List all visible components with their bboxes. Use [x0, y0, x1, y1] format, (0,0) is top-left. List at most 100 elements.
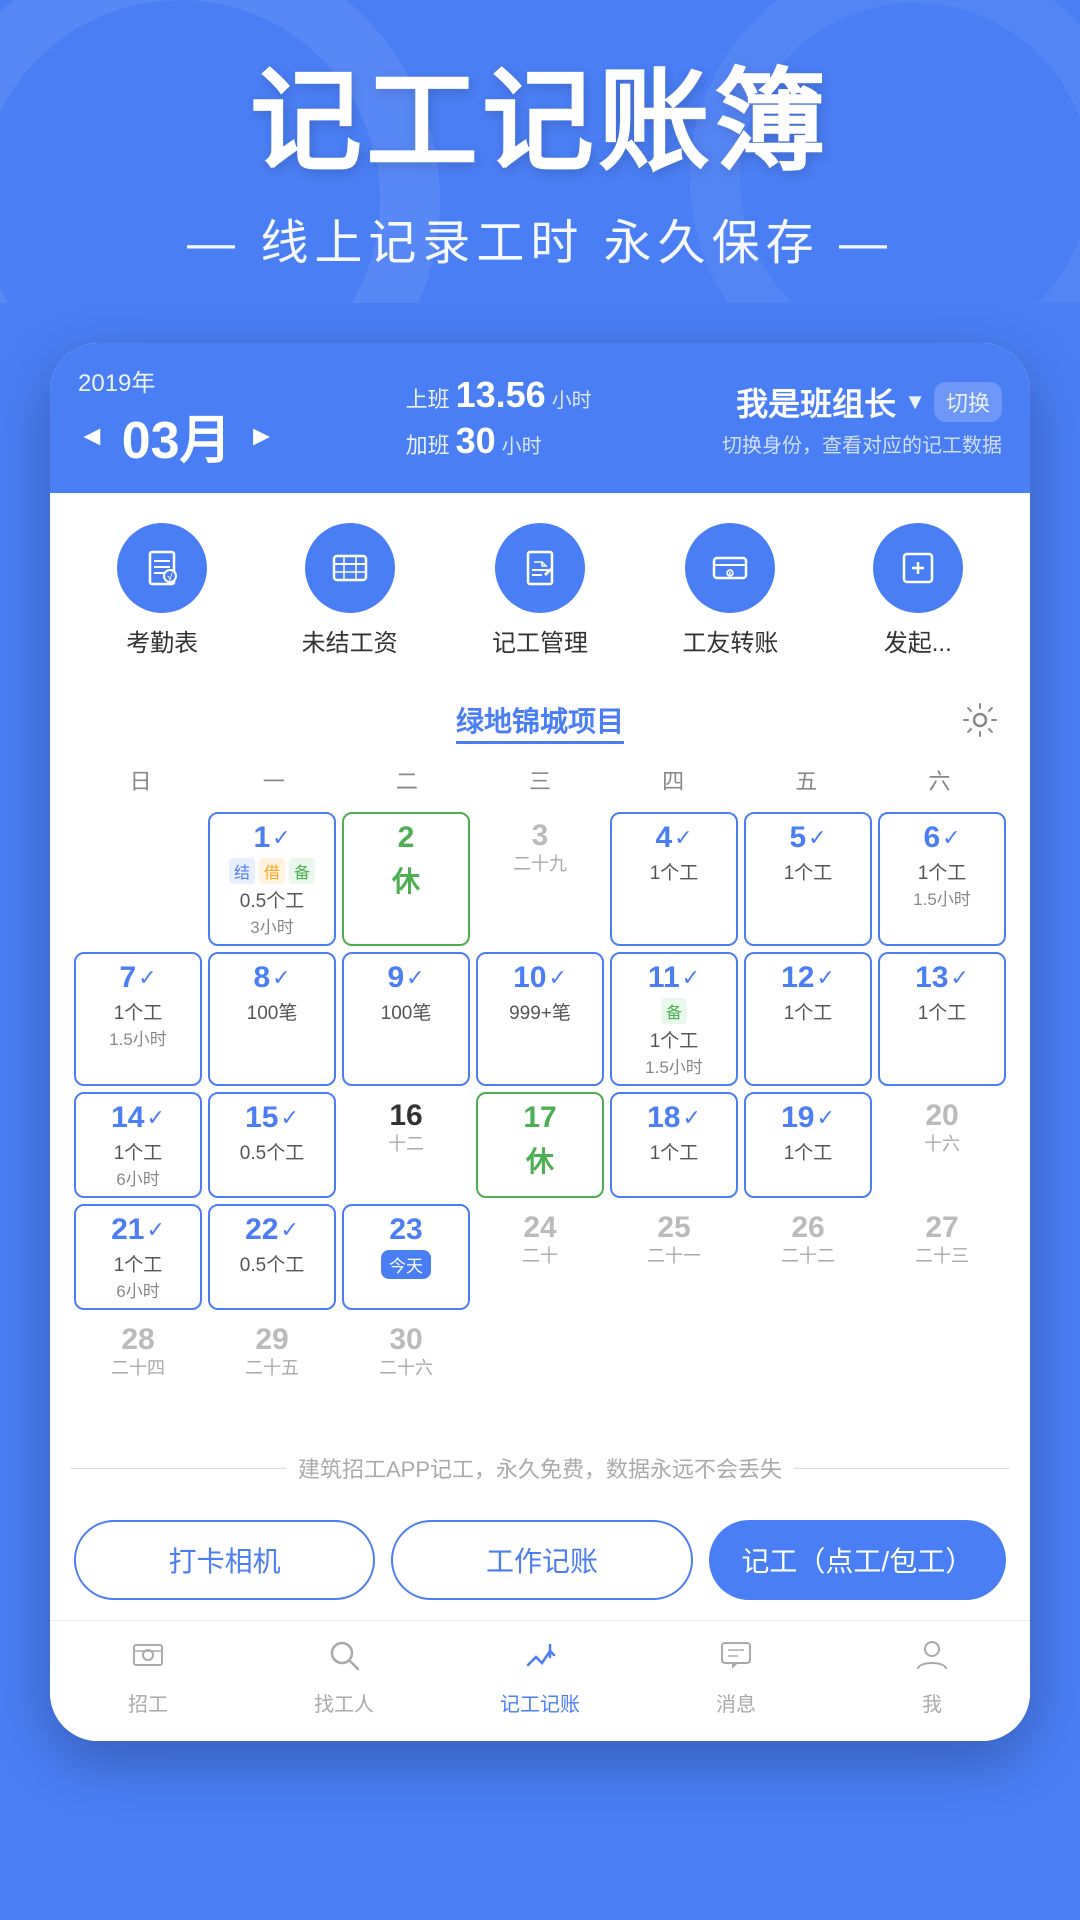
phone-mockup: 2019年 ◄ 03月 ► 上班 13.56 小时 加班 30 小时 我是班组长… — [50, 343, 1030, 1741]
table-row — [74, 812, 202, 946]
table-row: 24 二十 — [476, 1204, 604, 1310]
nav-xiaoxi-label: 消息 — [716, 1688, 756, 1717]
table-row: 20 十六 — [878, 1092, 1006, 1198]
nav-zhaogong[interactable]: 招工 — [50, 1637, 246, 1717]
nav-jigong[interactable]: 记工记账 — [442, 1637, 638, 1717]
role-section[interactable]: 我是班组长 ▼ 切换 切换身份，查看对应的记工数据 — [722, 379, 1002, 458]
svg-text:¥: ¥ — [728, 571, 732, 578]
footer-line-right — [794, 1468, 1010, 1469]
table-row[interactable]: 5 ✓ 1个工 — [744, 812, 872, 946]
weijie-label: 未结工资 — [302, 623, 398, 658]
weekday-fri: 五 — [740, 756, 873, 804]
table-row[interactable]: 4 ✓ 1个工 — [610, 812, 738, 946]
work-label: 上班 — [406, 382, 450, 414]
xiaoxi-icon — [718, 1637, 754, 1682]
table-row[interactable]: 10 ✓ 999+笔 — [476, 952, 604, 1086]
jigong-label: 记工管理 — [492, 623, 588, 658]
prev-month-button[interactable]: ◄ — [78, 420, 106, 452]
faqi-label: 发起... — [884, 623, 952, 658]
table-row[interactable]: 1 ✓ 结 借 备 0.5个工 3小时 — [208, 812, 336, 946]
work-hours-value: 13.56 — [456, 374, 546, 416]
table-row: 3 二十九 — [476, 812, 604, 946]
table-row: 25 二十一 — [610, 1204, 738, 1310]
faqi-icon — [873, 523, 963, 613]
table-row[interactable]: 8 ✓ 100笔 — [208, 952, 336, 1086]
action-kaocheng[interactable]: √ 考勤表 — [117, 523, 207, 658]
bottom-action-buttons: 打卡相机 工作记账 记工（点工/包工） — [50, 1504, 1030, 1620]
action-zhuanzhang[interactable]: ¥ 工友转账 — [682, 523, 778, 658]
calendar-grid: 1 ✓ 结 借 备 0.5个工 3小时 2 休 — [74, 812, 1006, 1416]
footer-message: 建筑招工APP记工，永久免费，数据永远不会丢失 — [298, 1452, 782, 1484]
action-faqi[interactable]: 发起... — [873, 523, 963, 658]
weekday-tue: 二 — [340, 756, 473, 804]
table-row: 28 二十四 — [74, 1316, 202, 1416]
work-unit: 小时 — [552, 384, 592, 413]
jigong-button[interactable]: 记工（点工/包工） — [709, 1520, 1006, 1600]
table-row[interactable]: 18 ✓ 1个工 — [610, 1092, 738, 1198]
sub-title: — 线上记录工时 永久保存 — — [40, 203, 1040, 273]
kaocheng-icon: √ — [117, 523, 207, 613]
footer-line-left — [70, 1468, 286, 1469]
table-row: 26 二十二 — [744, 1204, 872, 1310]
nav-wo[interactable]: 我 — [834, 1637, 1030, 1717]
table-row[interactable]: 14 ✓ 1个工 6小时 — [74, 1092, 202, 1198]
month-nav: 2019年 ◄ 03月 ► — [78, 363, 275, 473]
table-row[interactable]: 19 ✓ 1个工 — [744, 1092, 872, 1198]
dropdown-arrow: ▼ — [904, 389, 926, 415]
jigong-icon — [495, 523, 585, 613]
weekday-sat: 六 — [873, 756, 1006, 804]
gongzuo-button[interactable]: 工作记账 — [391, 1520, 692, 1600]
nav-xiaoxi[interactable]: 消息 — [638, 1637, 834, 1717]
month-text: 03月 — [122, 398, 232, 473]
nav-zhaogongren[interactable]: 找工人 — [246, 1637, 442, 1717]
action-jigong[interactable]: 记工管理 — [492, 523, 588, 658]
nav-zhaogong-label: 招工 — [128, 1688, 168, 1717]
year-label: 2019年 — [78, 363, 275, 398]
calendar-header: 绿地锦城项目 — [74, 678, 1006, 756]
table-row[interactable]: 22 ✓ 0.5个工 — [208, 1204, 336, 1310]
role-name: 我是班组长 — [736, 379, 896, 425]
table-row: 30 二十六 — [342, 1316, 470, 1416]
nav-zhaogongren-label: 找工人 — [314, 1688, 374, 1717]
calendar-area: 绿地锦城项目 日 一 二 三 四 五 六 — [50, 678, 1030, 1436]
overtime-value: 30 — [456, 420, 496, 462]
table-row — [744, 1316, 872, 1416]
table-row: 16 十二 — [342, 1092, 470, 1198]
table-row[interactable]: 6 ✓ 1个工 1.5小时 — [878, 812, 1006, 946]
quick-actions: √ 考勤表 未结工资 — [50, 493, 1030, 678]
table-row[interactable]: 17 休 — [476, 1092, 604, 1198]
table-row: 29 二十五 — [208, 1316, 336, 1416]
zhaogong-icon — [130, 1637, 166, 1682]
table-row[interactable]: 11 ✓ 备 1个工 1.5小时 — [610, 952, 738, 1086]
zhuanzhang-icon: ¥ — [685, 523, 775, 613]
nav-wo-label: 我 — [922, 1688, 942, 1717]
table-row[interactable]: 7 ✓ 1个工 1.5小时 — [74, 952, 202, 1086]
app-bar: 2019年 ◄ 03月 ► 上班 13.56 小时 加班 30 小时 我是班组长… — [50, 343, 1030, 493]
table-row[interactable]: 12 ✓ 1个工 — [744, 952, 872, 1086]
work-hours: 上班 13.56 小时 加班 30 小时 — [406, 374, 592, 462]
app-header: 记工记账簿 — 线上记录工时 永久保存 — — [0, 0, 1080, 303]
switch-label[interactable]: 切换 — [934, 382, 1002, 422]
table-row — [610, 1316, 738, 1416]
weekday-mon: 一 — [207, 756, 340, 804]
table-row[interactable]: 23 今天 — [342, 1204, 470, 1310]
table-row: 27 二十三 — [878, 1204, 1006, 1310]
table-row — [878, 1316, 1006, 1416]
svg-text:√: √ — [168, 572, 173, 582]
table-row[interactable]: 2 休 — [342, 812, 470, 946]
table-row[interactable]: 15 ✓ 0.5个工 — [208, 1092, 336, 1198]
zhuanzhang-label: 工友转账 — [682, 623, 778, 658]
weekday-wed: 三 — [473, 756, 606, 804]
table-row[interactable]: 13 ✓ 1个工 — [878, 952, 1006, 1086]
weekday-header: 日 一 二 三 四 五 六 — [74, 756, 1006, 804]
settings-icon[interactable] — [954, 694, 1006, 746]
table-row — [476, 1316, 604, 1416]
weekday-thu: 四 — [607, 756, 740, 804]
action-weijie[interactable]: 未结工资 — [302, 523, 398, 658]
table-row[interactable]: 9 ✓ 100笔 — [342, 952, 470, 1086]
next-month-button[interactable]: ► — [248, 420, 276, 452]
project-name[interactable]: 绿地锦城项目 — [456, 706, 624, 744]
weekday-sun: 日 — [74, 756, 207, 804]
daka-button[interactable]: 打卡相机 — [74, 1520, 375, 1600]
table-row[interactable]: 21 ✓ 1个工 6小时 — [74, 1204, 202, 1310]
